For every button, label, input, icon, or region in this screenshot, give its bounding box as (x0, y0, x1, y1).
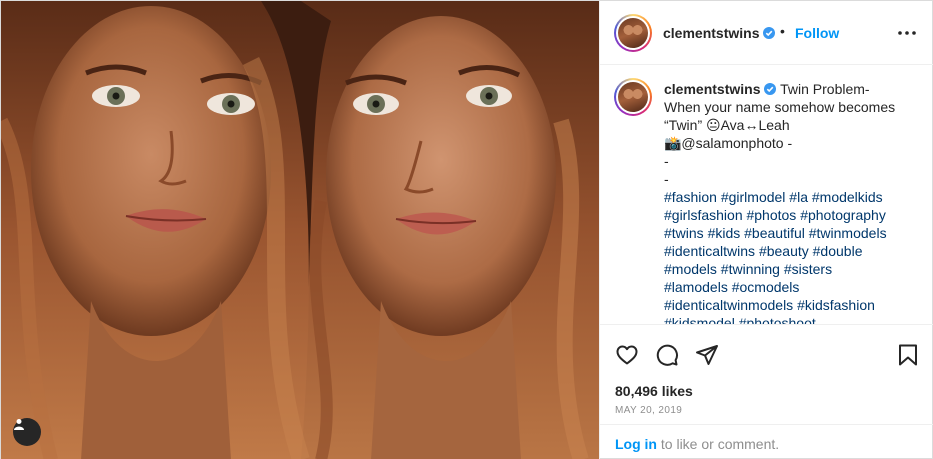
caption-section: clementstwins Twin Problem- When your na… (600, 66, 933, 324)
caption-line: When your name somehow becomes (664, 99, 896, 115)
comment-icon[interactable] (655, 343, 679, 367)
caption-line: - (664, 171, 669, 187)
user-tag-icon (14, 419, 24, 430)
post-side-panel: clementstwins • Follow clementstwins Twi… (599, 1, 933, 459)
caption-line: 📸@salamonphoto - (664, 135, 793, 151)
verified-badge-icon (764, 83, 777, 95)
hashtag-line[interactable]: #twins #kids #beautiful #twinmodels (664, 224, 914, 242)
caption-line: - (664, 153, 669, 169)
caption-username[interactable]: clementstwins (664, 81, 777, 97)
separator-dot: • (780, 23, 785, 39)
hashtag-line[interactable]: #lamodels #ocmodels (664, 278, 914, 296)
hashtag-line[interactable]: #fashion #girlmodel #la #modelkids (664, 188, 914, 206)
login-link[interactable]: Log in (615, 436, 657, 452)
heart-icon[interactable] (615, 343, 639, 367)
hashtag-line[interactable]: #identicaltwinmodels #kidsfashion (664, 296, 914, 314)
hashtag-list: #fashion #girlmodel #la #modelkids #girl… (664, 188, 914, 324)
follow-button[interactable]: Follow (795, 25, 839, 41)
instagram-post: clementstwins • Follow clementstwins Twi… (0, 0, 933, 459)
caption-line: Twin Problem- (780, 81, 870, 97)
username-link[interactable]: clementstwins (663, 25, 776, 41)
caption-text: clementstwins Twin Problem- When your na… (664, 80, 914, 324)
hashtag-line[interactable]: #kidsmodel #photoshoot (664, 314, 914, 324)
hashtag-line[interactable]: #girlsfashion #photos #photography (664, 206, 914, 224)
caption-avatar[interactable] (614, 78, 652, 116)
share-icon[interactable] (695, 343, 719, 367)
post-image[interactable] (1, 1, 599, 459)
post-actions: 80,496 likes MAY 20, 2019 (600, 324, 933, 424)
twins-portrait-illustration (1, 1, 599, 459)
verified-badge-icon (763, 27, 776, 39)
hashtag-line[interactable]: #identicaltwins #beauty #double (664, 242, 914, 260)
post-date[interactable]: MAY 20, 2019 (615, 405, 682, 416)
post-header: clementstwins • Follow (600, 1, 933, 65)
login-prompt-text: Log in to like or comment. (615, 436, 779, 452)
login-prompt-suffix: to like or comment. (657, 436, 780, 452)
user-tag-button[interactable] (13, 418, 41, 446)
likes-count[interactable]: 80,496 likes (615, 383, 693, 399)
login-prompt: Log in to like or comment. (600, 424, 933, 459)
avatar[interactable] (614, 14, 652, 52)
caption-line: “Twin” 😐Ava↔Leah (664, 117, 790, 133)
more-options-icon[interactable] (895, 23, 919, 43)
hashtag-line[interactable]: #models #twinning #sisters (664, 260, 914, 278)
username-text: clementstwins (663, 25, 760, 41)
bookmark-icon[interactable] (896, 343, 920, 367)
